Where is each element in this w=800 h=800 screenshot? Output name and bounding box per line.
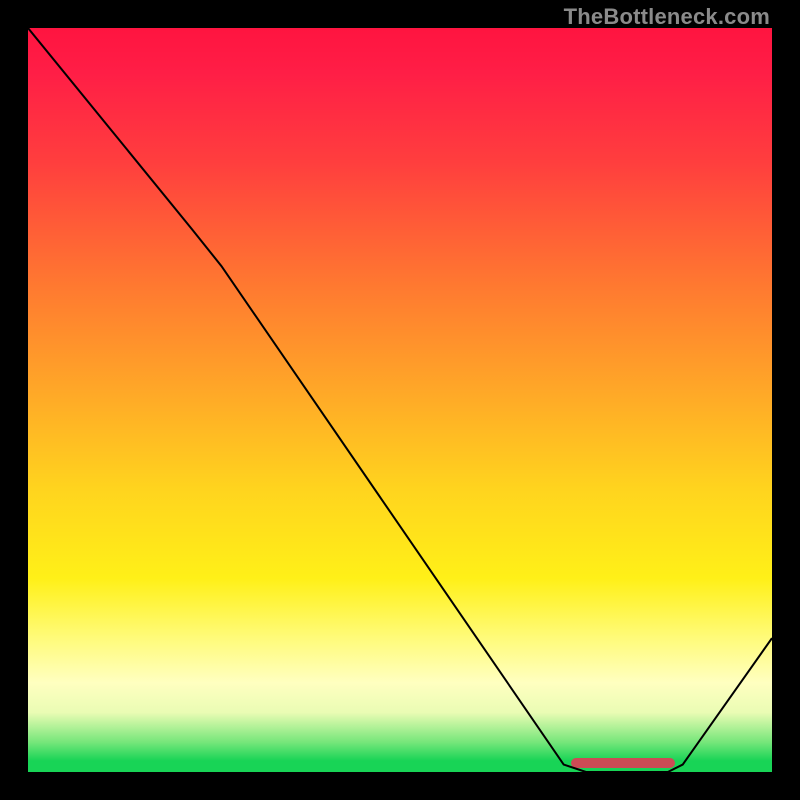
chart-frame: TheBottleneck.com — [0, 0, 800, 800]
plot-area — [28, 28, 772, 772]
curve-path — [28, 28, 772, 772]
bottleneck-curve — [28, 28, 772, 772]
attribution-label: TheBottleneck.com — [564, 4, 770, 30]
